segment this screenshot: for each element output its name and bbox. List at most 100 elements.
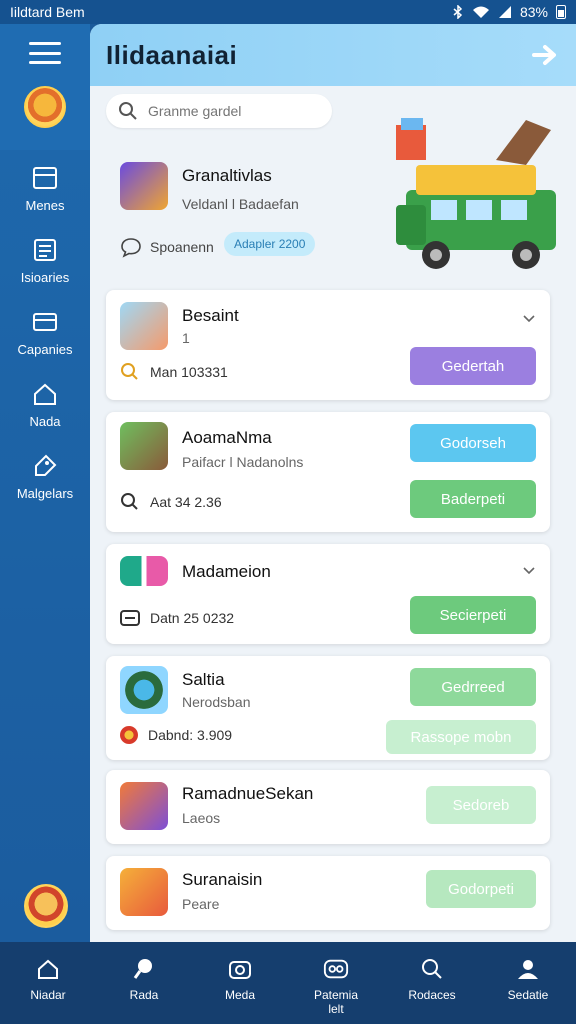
sidebar-item-nada[interactable]: Nada: [0, 366, 90, 438]
card-icon: [120, 610, 140, 626]
app-subtitle: Nerodsban: [182, 694, 251, 710]
tag-icon: [31, 452, 59, 480]
app-icon: [120, 302, 168, 350]
profile-avatar[interactable]: [24, 884, 68, 928]
search-input[interactable]: [148, 103, 308, 119]
search-icon: [119, 102, 137, 120]
app-meta-text: Dabnd: 3.909: [148, 727, 233, 743]
featured-app-icon: [120, 162, 168, 210]
app-card-madameion[interactable]: Madameion Datn 25 0232 Secierpeti: [106, 544, 550, 644]
app-title: Suranaisin: [182, 870, 263, 889]
arrow-right-icon: [532, 45, 556, 65]
sidebar-item-capanies[interactable]: Capanies: [0, 294, 90, 366]
app-icon: [120, 666, 168, 714]
app-meta-text: Man 103331: [150, 364, 228, 380]
app-title: Madameion: [182, 562, 271, 581]
sedoreb-button[interactable]: Sedoreb: [426, 786, 536, 824]
bottom-nav-label: Sedatie: [507, 988, 549, 1002]
store-icon: [31, 164, 59, 192]
app-icon: [120, 422, 168, 470]
app-subtitle: 1: [182, 330, 190, 346]
bluetooth-icon: [453, 5, 463, 19]
sidebar-item-label: Malgelars: [16, 486, 74, 501]
battery-icon: [556, 5, 566, 19]
chevron-down-icon[interactable]: [522, 312, 536, 326]
sidebar-item-label: Menes: [25, 198, 65, 213]
app-card-saltia[interactable]: Saltia Nerodsban Gedrreed Dabnd: 3.909 R…: [106, 656, 550, 760]
app-subtitle: Paifacr l Nadanolns: [182, 454, 304, 470]
app-title: RamadnueSekan: [182, 784, 314, 803]
app-title: AoamaNma: [182, 428, 272, 447]
bottom-nav: Niadar Rada Meda Patemia lelt Rodaces Se…: [0, 942, 576, 1024]
bottom-nav-label: Meda: [224, 988, 256, 1002]
share-button[interactable]: [530, 40, 560, 70]
sidebar-item-label: Capanies: [17, 342, 73, 357]
home-icon: [35, 956, 61, 982]
sidebar-item-malgelars[interactable]: Malgelars: [0, 438, 90, 510]
bottom-nav-label: Rada: [129, 988, 159, 1002]
app-card-aoamanma[interactable]: AoamaNma Paifacr l Nadanolns Godorseh Aa…: [106, 412, 550, 532]
sidebar-item-menes[interactable]: Menes: [0, 150, 90, 222]
camera-icon: [227, 956, 253, 982]
app-meta: Dabnd: 3.909: [120, 726, 232, 744]
truck-illustration: [396, 118, 556, 269]
sidebar-item-label: Isioaries: [20, 270, 70, 285]
main-panel: Ilidaanaiai Granaltivlas Veldanl l Badae…: [90, 24, 576, 942]
sidebar-item-isioaries[interactable]: Isioaries: [0, 222, 90, 294]
app-meta: Man 103331: [120, 362, 228, 382]
main-header: Ilidaanaiai: [90, 24, 576, 86]
page-title: Ilidaanaiai: [106, 39, 238, 70]
bottom-nav-rada[interactable]: Rada: [96, 942, 192, 1024]
app-card-suranaisin[interactable]: Suranaisin Peare Godorpeti: [106, 856, 550, 930]
bottom-nav-rodaces[interactable]: Rodaces: [384, 942, 480, 1024]
godorpeti-button[interactable]: Godorpeti: [426, 870, 536, 908]
app-icon: [120, 556, 168, 586]
gedertah-button[interactable]: Gedertah: [410, 347, 536, 385]
search-icon: [121, 493, 138, 510]
secierpeti-button[interactable]: Secierpeti: [410, 596, 536, 634]
bottom-nav-label: Patemia lelt: [313, 988, 359, 1016]
app-meta: Datn 25 0232: [120, 608, 234, 628]
battery-percent: 83%: [519, 4, 548, 20]
search-bar[interactable]: [106, 94, 332, 128]
app-icon: [120, 868, 168, 916]
app-subtitle: Peare: [182, 896, 220, 912]
app-title: Besaint: [182, 306, 239, 325]
bottom-nav-meda[interactable]: Meda: [192, 942, 288, 1024]
card-icon: [31, 308, 59, 336]
baderpeti-button[interactable]: Baderpeti: [410, 480, 536, 518]
featured-subtitle: Veldanl l Badaefan: [182, 196, 299, 212]
gedrreed-button[interactable]: Gedrreed: [410, 668, 536, 706]
app-meta: Aat 34 2.36: [120, 492, 222, 512]
chevron-down-icon[interactable]: [522, 564, 536, 578]
status-icons: 83%: [452, 4, 566, 20]
featured-card[interactable]: Granaltivlas Veldanl l Badaefan Spoanenn…: [106, 118, 566, 286]
featured-chat-label: Spoanenn: [150, 239, 214, 255]
list-icon: [31, 236, 59, 264]
godorseh-button[interactable]: Godorseh: [410, 424, 536, 462]
wifi-icon: [472, 6, 489, 18]
chat-bubble-icon: [121, 238, 141, 258]
featured-chat[interactable]: Spoanenn: [120, 236, 214, 258]
sidebar-item-label: Nada: [29, 414, 61, 429]
menu-icon[interactable]: [29, 42, 61, 64]
featured-name: Granaltivlas: [182, 166, 272, 185]
featured-pill: Adapler 2200: [224, 232, 316, 256]
app-card-besaint[interactable]: Besaint 1 Man 103331 Gedertah: [106, 290, 550, 400]
app-icon: [120, 782, 168, 830]
search-icon: [419, 956, 445, 982]
bottom-nav-label: Rodaces: [408, 988, 456, 1002]
pin-icon: [131, 956, 157, 982]
bottom-nav-niadar[interactable]: Niadar: [0, 942, 96, 1024]
signal-icon: [498, 6, 511, 18]
avatar[interactable]: [24, 86, 66, 128]
rassope-mobn-button[interactable]: Rassope mobn: [386, 720, 536, 754]
home-icon: [31, 380, 59, 408]
bottom-nav-sedatie[interactable]: Sedatie: [480, 942, 576, 1024]
bottom-nav-patemia[interactable]: Patemia lelt: [288, 942, 384, 1024]
app-title: Saltia: [182, 670, 225, 689]
status-bar: Iildtard Bem 83%: [0, 0, 576, 24]
app-meta-text: Datn 25 0232: [150, 610, 235, 626]
app-card-ramadnuesekan[interactable]: RamadnueSekan Laeos Sedoreb: [106, 770, 550, 844]
app-subtitle: Laeos: [182, 810, 221, 826]
